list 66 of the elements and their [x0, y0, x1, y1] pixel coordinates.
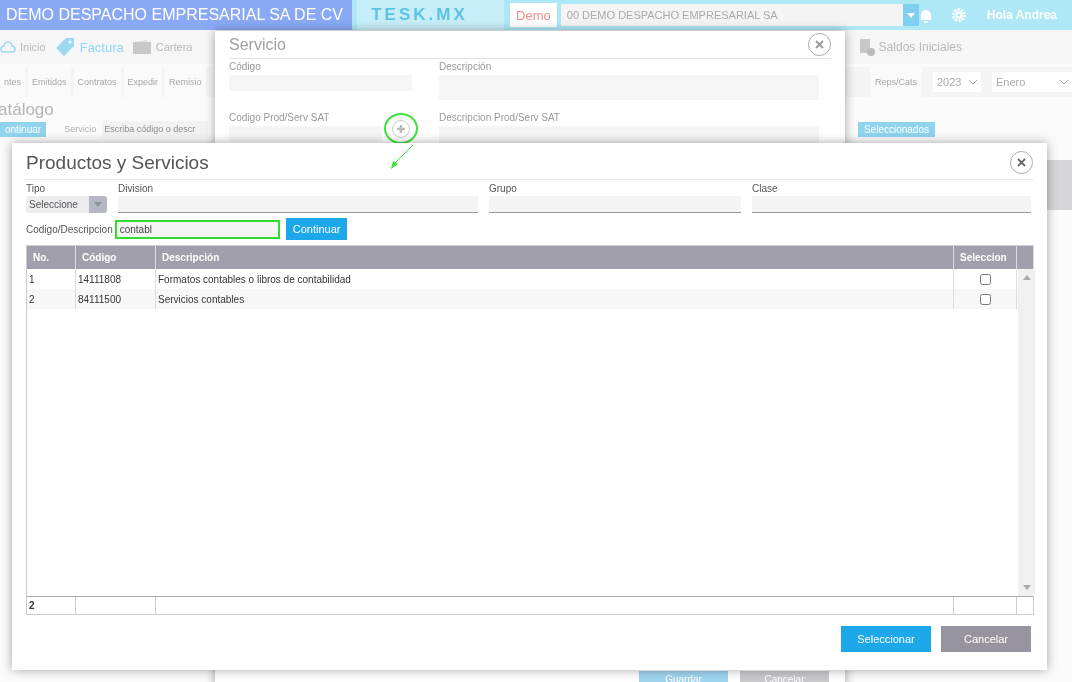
- text-field[interactable]: [229, 126, 382, 142]
- continue-button[interactable]: Continuar: [285, 218, 348, 240]
- sub-nav-tab[interactable]: ntes: [0, 67, 25, 97]
- nav-item[interactable]: Inicio: [0, 40, 46, 54]
- sub-nav-tab[interactable]: Expedir: [123, 67, 163, 97]
- caret-icon: [907, 12, 916, 18]
- sub-nav-tab[interactable]: Remisio: [165, 67, 206, 97]
- select-checkbox[interactable]: [979, 273, 991, 285]
- nav-item[interactable]: Cartera: [131, 39, 193, 55]
- text-field[interactable]: [118, 196, 478, 213]
- brand-logo: TESK.MX: [357, 0, 505, 30]
- scroll-down-icon[interactable]: [1022, 585, 1031, 590]
- caret-icon: [94, 202, 102, 207]
- cancel-button[interactable]: Cancelar: [941, 626, 1031, 652]
- search-field[interactable]: contabl: [114, 219, 280, 239]
- field-label: Clase: [752, 183, 779, 196]
- text-field[interactable]: [752, 196, 1031, 213]
- nav-item[interactable]: Factura: [53, 36, 124, 58]
- selected-button[interactable]: Seleccionados: [857, 121, 935, 137]
- close-button[interactable]: [808, 33, 831, 56]
- close-icon: [1017, 158, 1026, 167]
- scroll-up-icon[interactable]: [1022, 275, 1031, 280]
- demo-badge: Demo: [510, 3, 557, 27]
- table-cell: 84111500: [76, 289, 156, 309]
- text-field[interactable]: [489, 196, 741, 213]
- chevron-down-icon: [969, 79, 977, 85]
- table-cell: Servicios contables: [156, 289, 954, 309]
- sub-nav-tab[interactable]: Contratos: [73, 67, 121, 97]
- field-label: Servicio: [64, 124, 97, 134]
- select-checkbox[interactable]: [979, 293, 991, 305]
- year-select[interactable]: 2023: [933, 72, 981, 92]
- field-label: Código: [229, 61, 261, 72]
- nav-item[interactable]: Saldos Iniciales: [858, 38, 962, 56]
- field-label: Tipo: [26, 183, 47, 196]
- pointer-arrow: [388, 145, 416, 169]
- search-field[interactable]: Escriba código o descr: [102, 121, 209, 137]
- settings-icon[interactable]: [950, 7, 967, 23]
- field-label: Descripcion Prod/Serv SAT: [439, 112, 560, 123]
- field-label: Codigo Prod/Serv SAT: [229, 112, 330, 123]
- field-label: Division: [118, 183, 154, 196]
- field-label: Grupo: [489, 183, 518, 196]
- scrollbar[interactable]: [1018, 269, 1035, 596]
- field-label: Codigo/Descripcion: [26, 223, 113, 235]
- company-select[interactable]: 00 DEMO DESPACHO EMPRESARIAL SA: [560, 4, 904, 26]
- document-check-icon: [858, 38, 875, 56]
- type-select[interactable]: Seleccione: [26, 196, 107, 213]
- user-greeting[interactable]: Hola Andrea: [966, 8, 1072, 22]
- wallet-icon: [131, 39, 152, 55]
- company-name: DEMO DESPACHO EMPRESARIAL SA DE CV: [0, 0, 353, 30]
- cloud-icon: [0, 40, 16, 54]
- dropdown-button[interactable]: [903, 4, 919, 26]
- plus-icon: [396, 124, 406, 134]
- continue-button[interactable]: ontinuar: [0, 121, 47, 137]
- table-cell: 2: [27, 289, 76, 309]
- sub-nav-tab[interactable]: Emitidos: [28, 67, 71, 97]
- row-count: 2: [27, 597, 76, 614]
- close-button[interactable]: [1010, 151, 1033, 174]
- month-select[interactable]: Enero: [992, 72, 1072, 92]
- field-label: Descripción: [439, 61, 492, 72]
- bell-icon[interactable]: [919, 7, 933, 23]
- chevron-down-icon: [1060, 79, 1068, 85]
- close-icon: [815, 40, 824, 49]
- select-button[interactable]: Seleccionar: [841, 626, 931, 652]
- sub-nav-tab[interactable]: Reps/Cats: [869, 67, 922, 97]
- dialog-title: Servicio: [229, 35, 286, 54]
- dialog-title: Productos y Servicios: [26, 151, 209, 174]
